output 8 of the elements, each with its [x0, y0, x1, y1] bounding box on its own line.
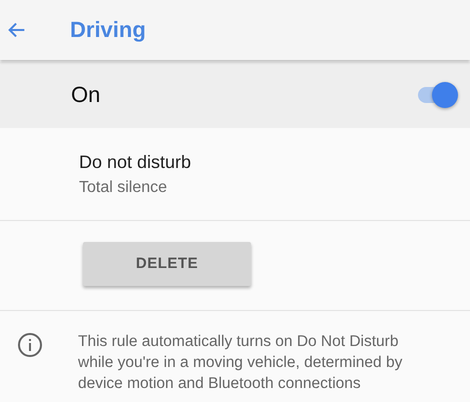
delete-button[interactable]: DELETE [83, 242, 251, 286]
setting-title[interactable]: Do not disturb [79, 152, 470, 172]
info-text: This rule automatically turns on Do Not Disturb while you're in a moving vehicle, determined by device motion and Bluetooth connections [78, 332, 404, 394]
info-icon [16, 331, 44, 359]
page-title: Driving [70, 17, 146, 43]
setting-summary: Total silence [79, 178, 168, 196]
switch-label: On [71, 82, 100, 108]
toggle-thumb[interactable] [432, 82, 458, 108]
